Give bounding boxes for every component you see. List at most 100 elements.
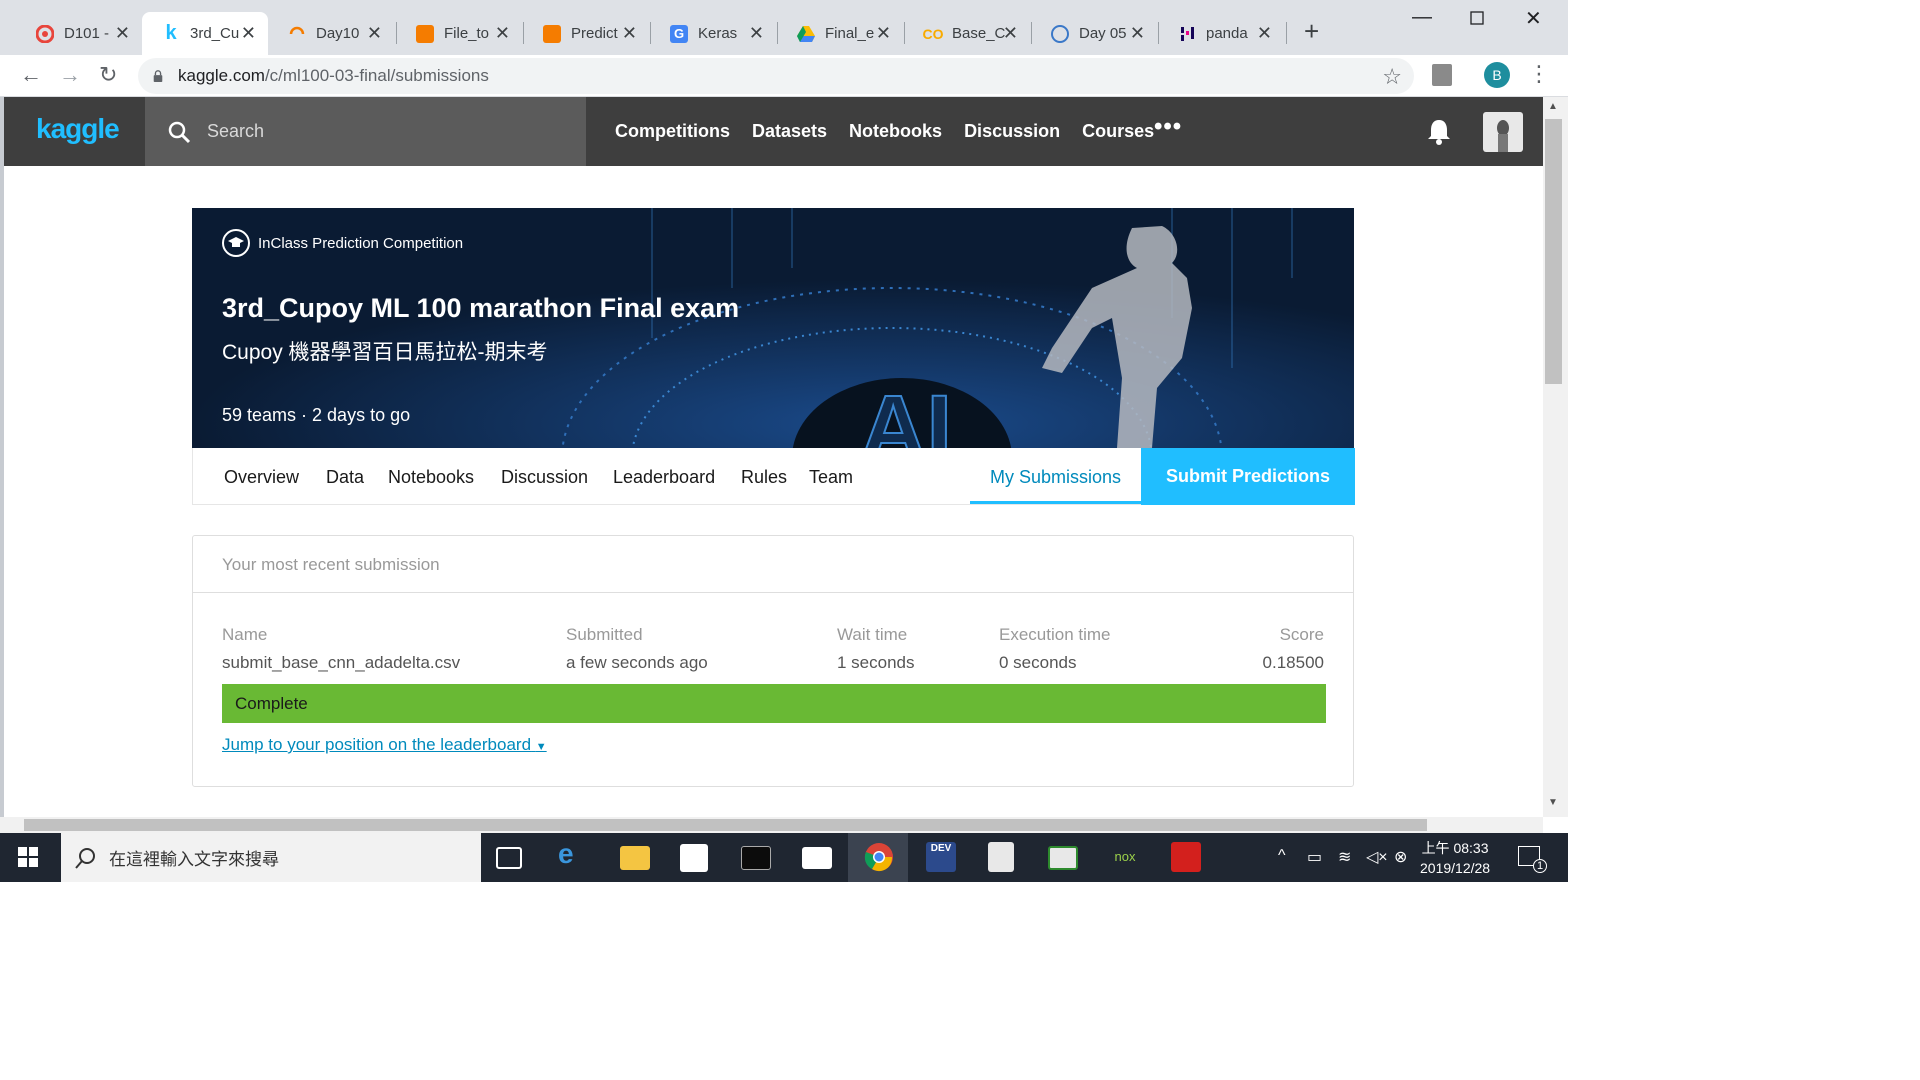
name-label: Name (222, 625, 268, 644)
clock-date: 2019/12/28 (1420, 860, 1491, 876)
nav-discussion[interactable]: Discussion (964, 121, 1060, 142)
pandas-icon (1178, 25, 1196, 43)
tray-overflow-icon[interactable]: ^ (1278, 847, 1286, 865)
scroll-up-icon[interactable]: ▲ (1548, 101, 1558, 112)
reload-icon[interactable]: ↻ (99, 62, 117, 88)
wait-time-value: 1 seconds (837, 653, 915, 672)
close-tab-icon[interactable]: ✕ (1257, 23, 1272, 44)
battery-icon[interactable]: ▭ (1307, 847, 1322, 867)
nav-notebooks[interactable]: Notebooks (849, 121, 942, 142)
address-bar[interactable]: kaggle.com/c/ml100-03-final/submissions … (138, 58, 1414, 94)
jump-to-leaderboard-link[interactable]: Jump to your position on the leaderboard… (222, 735, 547, 755)
kaggle-k-icon: k (165, 22, 177, 44)
tab-rules[interactable]: Rules (741, 467, 787, 488)
chrome-icon[interactable] (864, 842, 894, 872)
close-tab-icon[interactable]: ✕ (495, 23, 510, 44)
ime-icon[interactable]: ⊗ (1394, 847, 1407, 867)
taskbar-clock[interactable]: 上午 08:33 2019/12/28 (1420, 838, 1490, 878)
google-drive-icon (797, 25, 815, 43)
tab-team[interactable]: Team (809, 467, 853, 488)
bookmark-star-icon[interactable]: ☆ (1382, 64, 1402, 90)
browser-tab[interactable]: G Keras ✕ (650, 12, 776, 55)
close-tab-icon[interactable]: ✕ (622, 23, 637, 44)
competition-subtitle: Cupoy 機器學習百日馬拉松-期末考 (222, 341, 548, 364)
submit-predictions-button[interactable]: Submit Predictions (1141, 448, 1355, 505)
vertical-scrollbar[interactable]: ▲ ▼ (1543, 97, 1568, 817)
forward-icon[interactable]: → (59, 62, 81, 88)
horizontal-scrollbar[interactable] (0, 817, 1543, 833)
close-tab-icon[interactable]: ✕ (367, 23, 382, 44)
pdf-extension-icon[interactable] (1432, 64, 1452, 86)
hero-ai-text: AI (859, 376, 953, 448)
kaggle-logo[interactable]: kaggle (36, 113, 120, 145)
terminal-icon[interactable] (741, 846, 771, 870)
new-tab-button[interactable]: + (1304, 18, 1319, 44)
spreadsheet-icon[interactable] (1048, 846, 1078, 870)
search-icon (75, 847, 95, 869)
browser-tab[interactable]: CO Base_C ✕ (904, 12, 1030, 55)
tab-leaderboard[interactable]: Leaderboard (613, 467, 715, 488)
task-view-icon[interactable] (496, 847, 522, 869)
minimize-icon[interactable]: — (1412, 6, 1432, 29)
browser-tab[interactable]: Day10 ✕ (268, 12, 394, 55)
competition-hero: AI InClass Prediction Competition 3rd_Cu… (192, 208, 1354, 448)
cupoy-icon (36, 24, 54, 43)
user-avatar[interactable] (1483, 112, 1523, 152)
close-tab-icon[interactable]: ✕ (1130, 23, 1145, 44)
file-manager-icon[interactable] (988, 842, 1014, 872)
browser-tab[interactable]: Day 05 ✕ (1031, 12, 1157, 55)
vertical-scroll-thumb[interactable] (1545, 119, 1562, 384)
tab-notebooks[interactable]: Notebooks (388, 467, 474, 488)
tab-overview[interactable]: Overview (224, 467, 299, 488)
browser-tab[interactable]: Predict ✕ (523, 12, 649, 55)
acrobat-icon[interactable] (1171, 842, 1201, 872)
execution-time-label: Execution time (999, 625, 1111, 644)
close-tab-icon[interactable]: ✕ (115, 23, 130, 44)
card-heading: Your most recent submission (193, 536, 1353, 593)
mail-icon[interactable] (802, 847, 832, 869)
nav-competitions[interactable]: Competitions (615, 121, 730, 142)
graduation-cap-icon (222, 229, 250, 257)
speaker-muted-icon[interactable]: ◁× (1366, 847, 1388, 867)
taskbar-search[interactable]: 在這裡輸入文字來搜尋 (61, 833, 481, 882)
nav-datasets[interactable]: Datasets (752, 121, 827, 142)
notification-bell-icon[interactable] (1426, 117, 1452, 145)
file-explorer-icon[interactable] (620, 846, 650, 870)
back-icon[interactable]: ← (20, 62, 42, 88)
windows-start-icon[interactable] (18, 847, 38, 867)
more-menu-icon[interactable]: ••• (1154, 113, 1182, 141)
close-window-icon[interactable]: ✕ (1525, 6, 1542, 31)
browser-tab[interactable]: File_to ✕ (396, 12, 522, 55)
browser-menu-icon[interactable]: ⋮ (1528, 61, 1550, 87)
edge-browser-icon[interactable]: e (558, 838, 588, 869)
tab-discussion[interactable]: Discussion (501, 467, 588, 488)
browser-tab-active[interactable]: k 3rd_Cu ✕ (142, 12, 268, 55)
tab-my-submissions[interactable]: My Submissions (990, 467, 1121, 488)
microsoft-store-icon[interactable] (680, 844, 708, 872)
wifi-icon[interactable]: ≋ (1338, 847, 1351, 867)
loading-spinner-icon (288, 25, 306, 43)
submitted-column: Submitted a few seconds ago (566, 625, 708, 673)
browser-tab[interactable]: D101 - ✕ (16, 12, 142, 55)
close-tab-icon[interactable]: ✕ (876, 23, 891, 44)
maximize-icon[interactable] (1470, 8, 1484, 31)
horizontal-scroll-thumb[interactable] (24, 819, 1427, 831)
profile-avatar[interactable]: B (1484, 62, 1510, 88)
browser-tab[interactable]: Final_e ✕ (777, 12, 903, 55)
scroll-down-icon[interactable]: ▼ (1548, 797, 1558, 808)
close-tab-icon[interactable]: ✕ (241, 23, 256, 44)
kaggle-search[interactable]: Search (145, 97, 586, 166)
left-edge-strip (0, 97, 4, 817)
devcpp-icon[interactable]: DEV (926, 842, 956, 872)
search-icon (168, 121, 191, 143)
tab-data[interactable]: Data (326, 467, 364, 488)
close-tab-icon[interactable]: ✕ (1003, 23, 1018, 44)
browser-tab[interactable]: panda ✕ (1158, 12, 1284, 55)
execution-time-column: Execution time 0 seconds (999, 625, 1111, 673)
action-center-icon[interactable]: 1 (1518, 846, 1547, 873)
notebook-icon (416, 24, 434, 43)
active-tab-underline (970, 501, 1141, 504)
nav-courses[interactable]: Courses (1082, 121, 1154, 142)
nox-icon[interactable]: nox (1110, 842, 1140, 872)
close-tab-icon[interactable]: ✕ (749, 23, 764, 44)
